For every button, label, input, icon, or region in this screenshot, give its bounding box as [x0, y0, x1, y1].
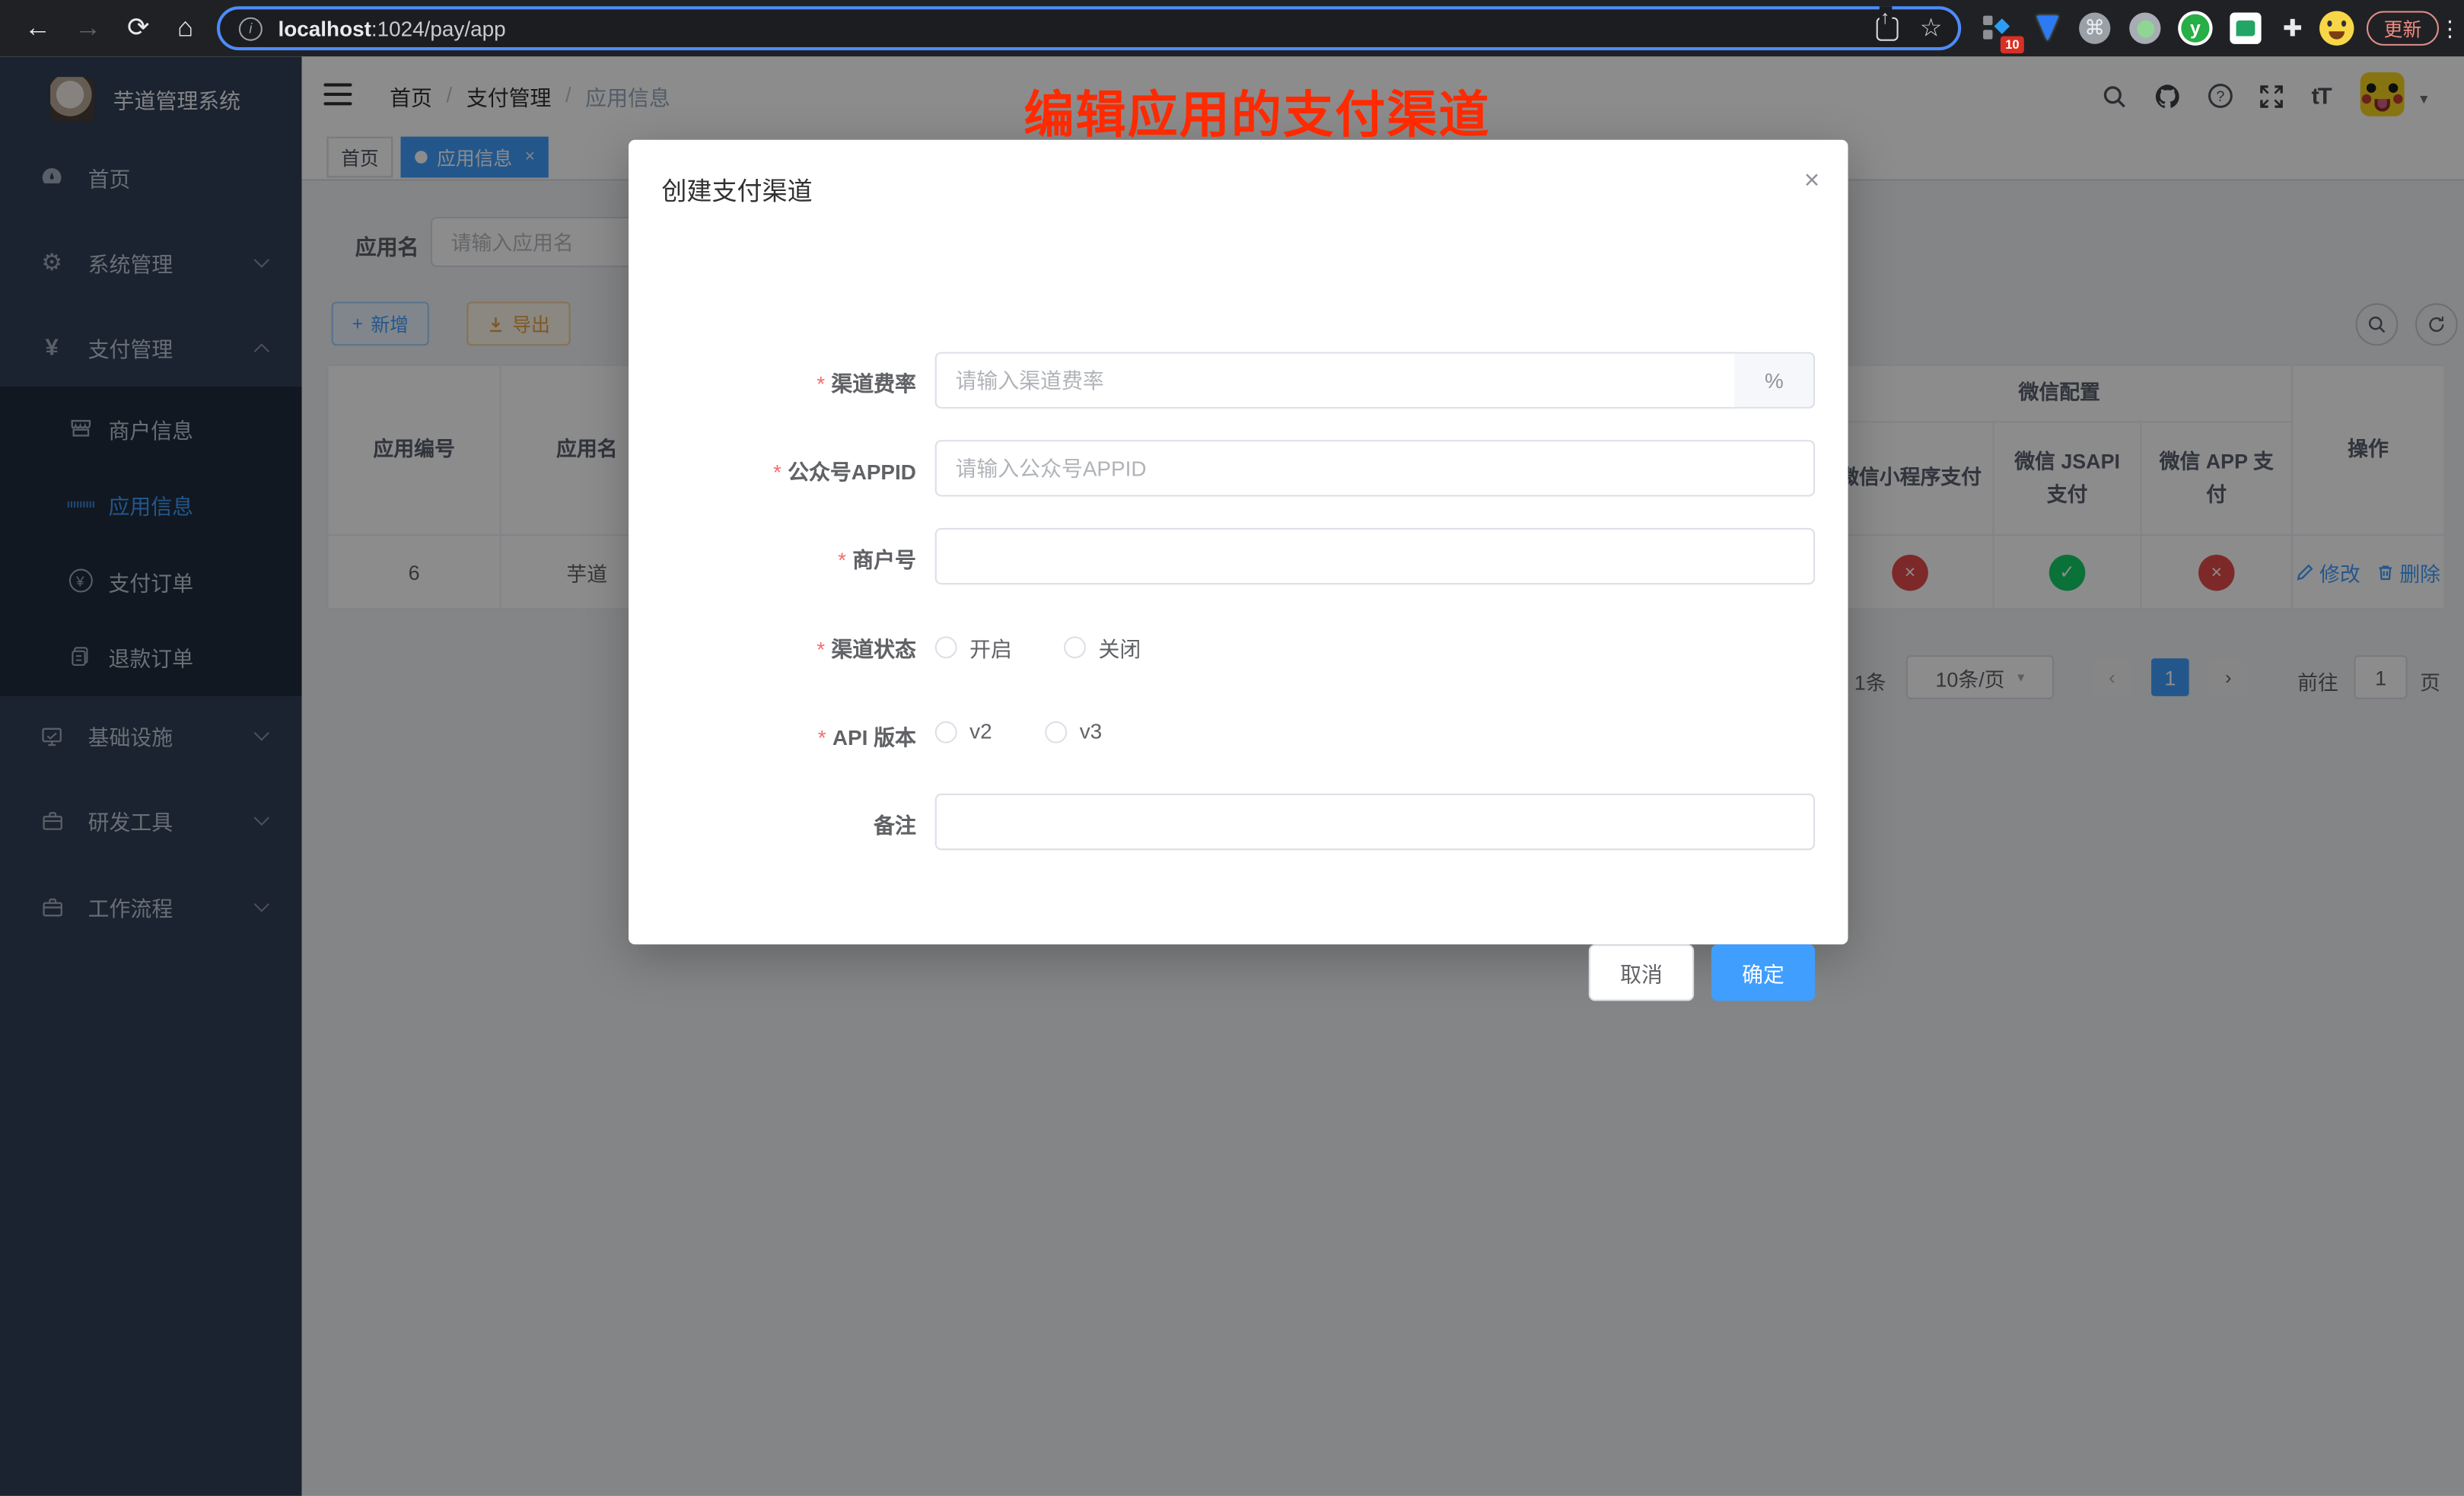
remark-input[interactable] [935, 794, 1815, 850]
annotation-text: 编辑应用的支付渠道 [692, 75, 1823, 148]
app-viewport: 芋道管理系统 首页 ⚙ 系统管理 ¥ 支付管理 [0, 56, 2464, 1496]
radio-circle-icon [1064, 636, 1086, 658]
url-path: :1024/pay/app [371, 17, 506, 40]
appid-input[interactable] [935, 440, 1815, 496]
screen: ← → ⟳ ⌂ i localhost:1024/pay/app ☆ ◆ 10 … [0, 0, 2464, 1496]
form-row-api-version: *API 版本 v2 v3 [629, 705, 1848, 762]
browser-chrome: ← → ⟳ ⌂ i localhost:1024/pay/app ☆ ◆ 10 … [0, 0, 2464, 56]
api-v3-radio[interactable]: v3 [1045, 720, 1102, 743]
back-icon[interactable]: ← [16, 0, 60, 56]
forward-icon[interactable]: → [66, 0, 110, 56]
form-row-merchant: *商户号 [629, 528, 1848, 584]
share-icon[interactable] [1876, 17, 1898, 40]
site-info-icon[interactable]: i [239, 17, 263, 40]
bookmark-star-icon[interactable]: ☆ [1920, 13, 1943, 44]
dialog-close-icon[interactable]: × [1804, 165, 1820, 196]
reload-icon[interactable]: ⟳ [116, 0, 161, 56]
radio-circle-icon [935, 636, 957, 658]
merchant-no-input[interactable] [935, 528, 1815, 584]
extension-kite-icon[interactable] [2027, 8, 2068, 49]
dialog-title: 创建支付渠道 [661, 170, 812, 208]
browser-profile-avatar[interactable] [2316, 8, 2357, 49]
form-row-rate: *渠道费率 % [629, 352, 1848, 409]
confirm-button[interactable]: 确定 [1711, 944, 1815, 1001]
extension-command-icon[interactable]: ⌘ [2074, 8, 2115, 49]
radio-circle-icon [935, 721, 957, 743]
extension-tiles-icon[interactable]: ◆ 10 [1977, 8, 2018, 49]
form-row-remark: 备注 [629, 794, 1848, 850]
create-pay-channel-dialog: 创建支付渠道 × *渠道费率 % *公众号APPID *商户号 *渠道状态 开启 [629, 140, 1848, 944]
extension-chat-icon[interactable] [2225, 8, 2266, 49]
status-on-radio[interactable]: 开启 [935, 632, 1012, 663]
extension-badge: 10 [2001, 36, 2024, 53]
radio-circle-icon [1045, 721, 1067, 743]
rate-input[interactable] [935, 352, 1737, 409]
percent-suffix: % [1735, 352, 1815, 409]
extensions-puzzle-icon[interactable]: ✚ [2272, 8, 2313, 49]
extension-y-icon[interactable]: y [2175, 8, 2216, 49]
cancel-button[interactable]: 取消 [1589, 944, 1694, 1001]
api-v2-radio[interactable]: v2 [935, 720, 992, 743]
home-icon[interactable]: ⌂ [164, 0, 208, 56]
url-host: localhost [279, 17, 371, 40]
url-bar[interactable]: i localhost:1024/pay/app ☆ [217, 6, 1961, 50]
form-row-appid: *公众号APPID [629, 440, 1848, 496]
browser-menu-icon[interactable]: ⋮ [2436, 0, 2464, 56]
status-off-radio[interactable]: 关闭 [1064, 632, 1141, 663]
form-row-status: *渠道状态 开启 关闭 [629, 618, 1848, 674]
extension-dot-icon[interactable] [2125, 8, 2166, 49]
browser-update-button[interactable]: 更新 [2367, 11, 2439, 45]
